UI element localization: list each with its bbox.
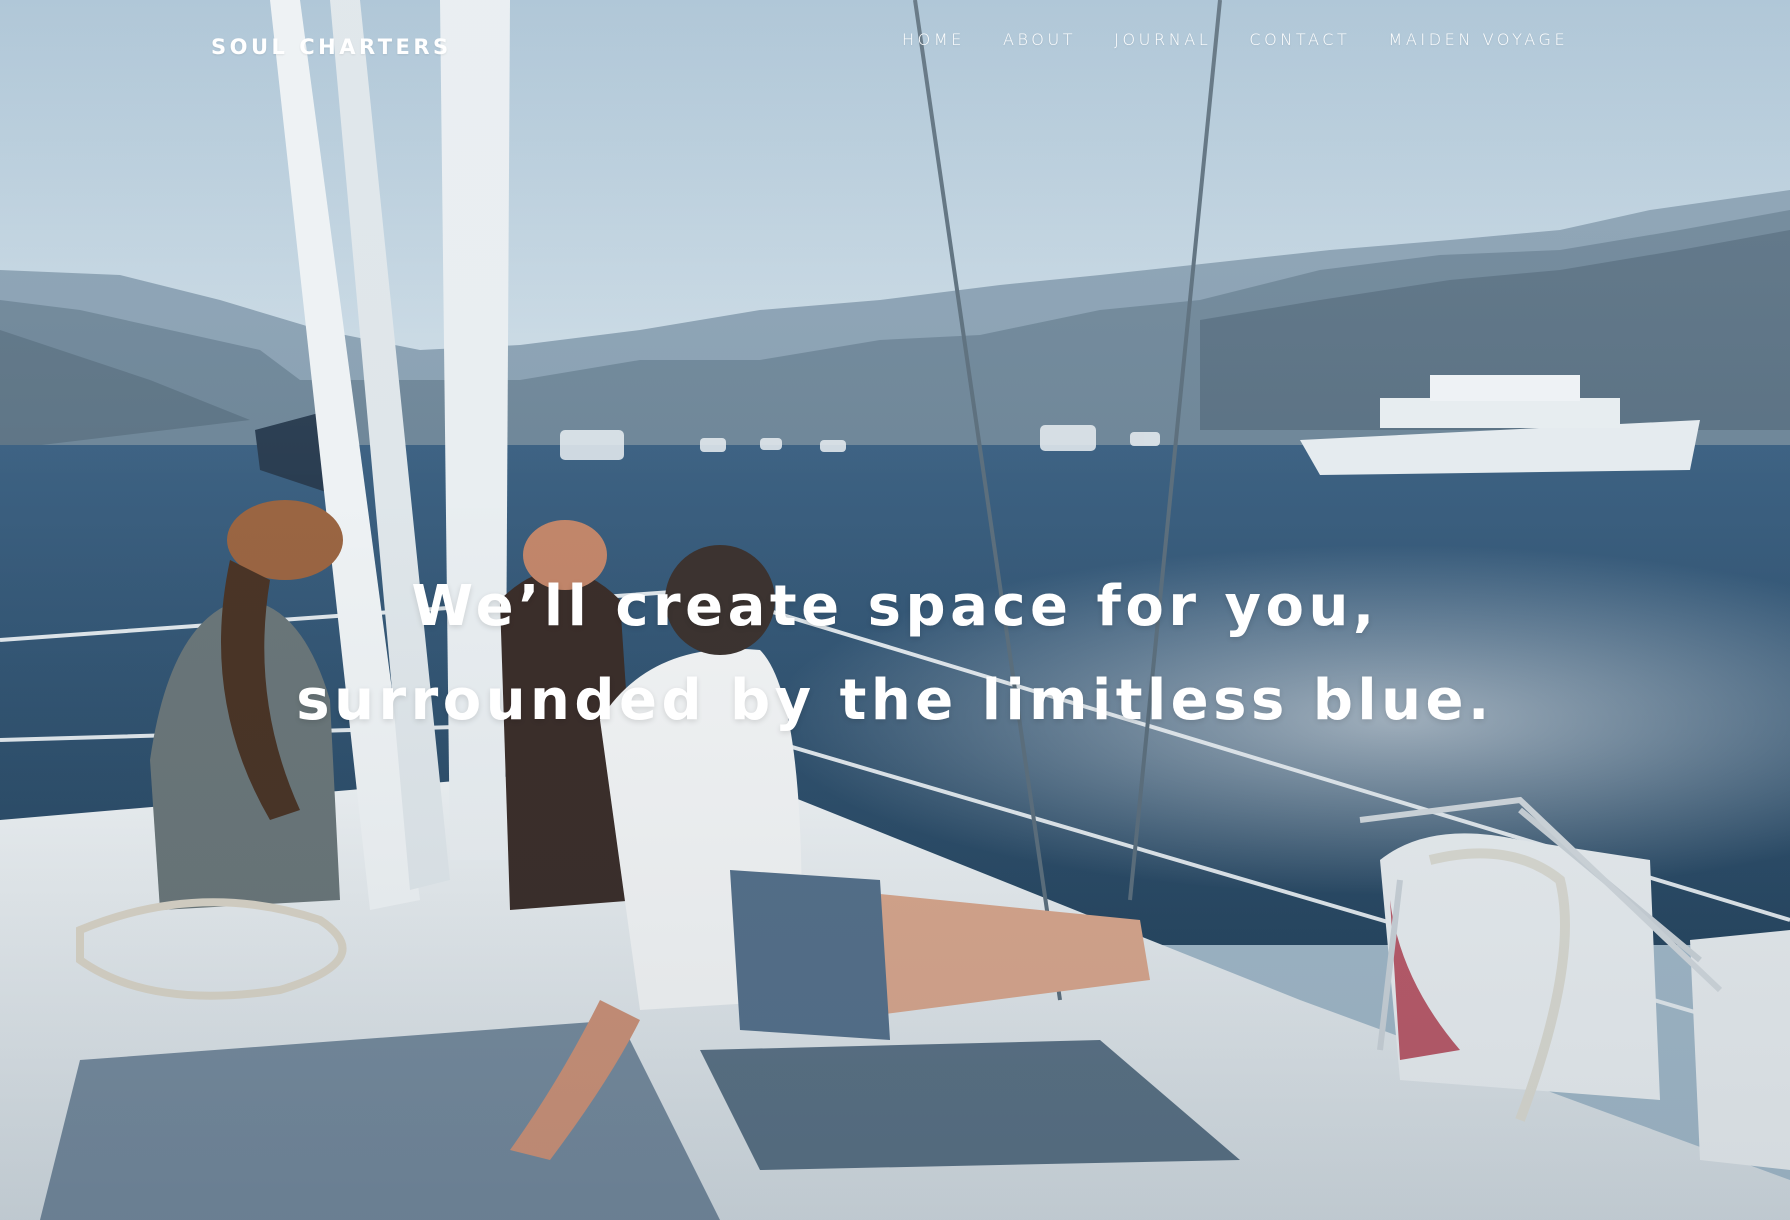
site-logo[interactable]: SOUL CHARTERS bbox=[211, 35, 452, 59]
nav-contact-link[interactable]: CONTACT bbox=[1249, 30, 1350, 49]
nav-home-link[interactable]: HOME bbox=[902, 30, 965, 49]
main-nav: HOME ABOUT JOURNAL CONTACT MAIDEN VOYAGE bbox=[902, 30, 1568, 49]
hero-headline-line-1: We’ll create space for you, bbox=[411, 574, 1379, 639]
nav-journal-link[interactable]: JOURNAL bbox=[1114, 30, 1211, 49]
hero-headline: We’ll create space for you, surrounded b… bbox=[0, 560, 1790, 748]
site-header: SOUL CHARTERS HOME ABOUT JOURNAL CONTACT… bbox=[0, 0, 1790, 90]
nav-maiden-voyage-link[interactable]: MAIDEN VOYAGE bbox=[1388, 30, 1568, 49]
hero-headline-line-2: surrounded by the limitless blue. bbox=[296, 668, 1494, 733]
nav-about-link[interactable]: ABOUT bbox=[1003, 30, 1076, 49]
